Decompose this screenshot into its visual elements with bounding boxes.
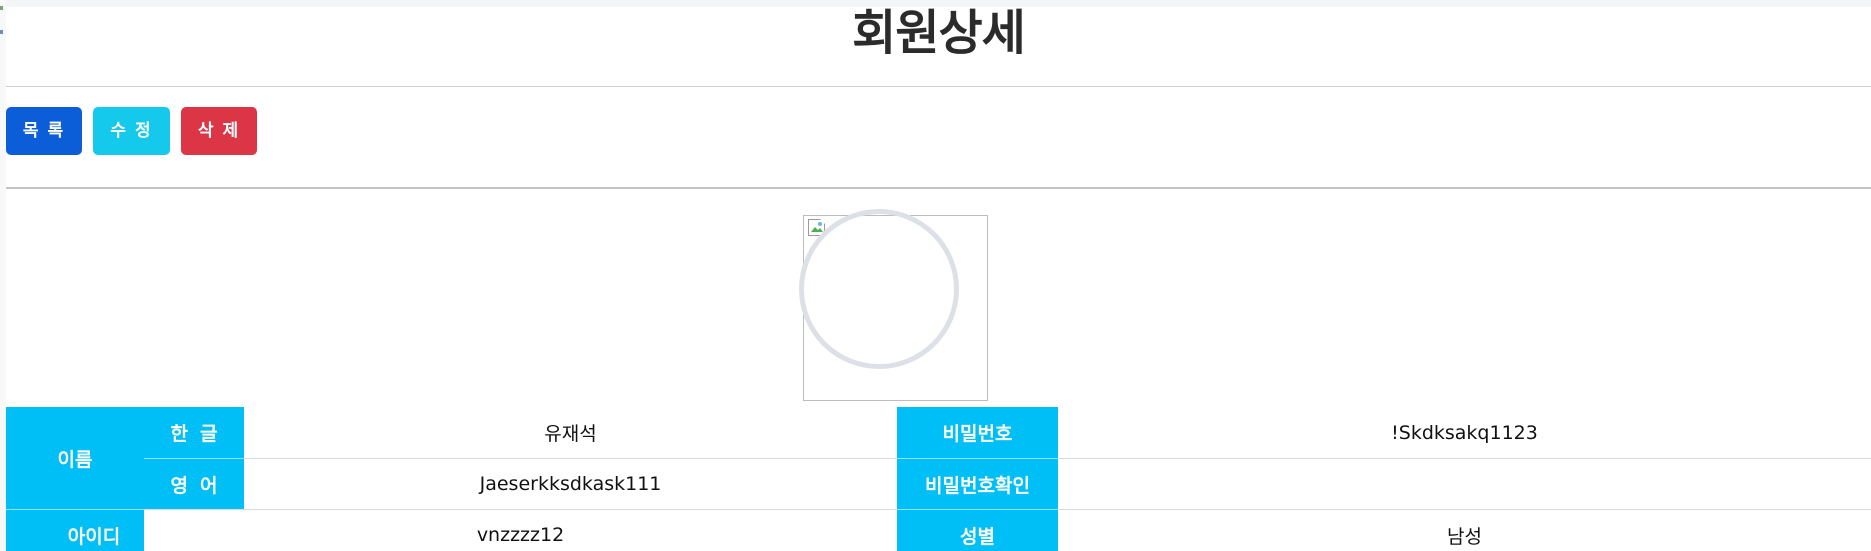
list-button[interactable]: 목록 (6, 107, 82, 155)
english-name-value: Jaeserkksdkask111 (479, 473, 662, 495)
id-value: vnzzzz12 (476, 524, 565, 546)
name-header-label: 이름 (57, 448, 93, 471)
id-label: 아이디 (44, 510, 144, 551)
title-divider (6, 86, 1871, 87)
edit-button[interactable]: 수정 (93, 107, 170, 155)
delete-button[interactable]: 삭제 (181, 107, 257, 155)
toolbar-divider (6, 187, 1871, 189)
korean-name-value: 유재석 (544, 423, 597, 445)
member-detail-page: 회원상세 목록 수정 삭제 이름 한글 유재석 비밀번호 !Skdksakq11… (6, 0, 1871, 551)
gender-value: 남성 (1447, 525, 1482, 548)
row3-spacer: 아이디 (6, 510, 144, 551)
korean-name-label: 한글 (144, 407, 244, 458)
edge-marker (0, 6, 3, 10)
password-value: !Skdksakq1123 (1391, 421, 1538, 444)
name-header: 이름 (6, 407, 144, 509)
edge-marker (0, 30, 3, 34)
password-label: 비밀번호 (897, 407, 1058, 458)
group-header-edge (6, 510, 44, 551)
english-name-label: 영어 (144, 459, 244, 509)
password-confirm-value (1058, 459, 1871, 509)
member-info-table: 이름 한글 유재석 비밀번호 !Skdksakq1123 영어 Jaeserkk… (6, 407, 1871, 551)
password-confirm-label: 비밀번호확인 (897, 459, 1058, 509)
gender-label: 성별 (897, 510, 1058, 551)
page-title: 회원상세 (852, 5, 1026, 61)
profile-placeholder-ring (799, 209, 959, 369)
